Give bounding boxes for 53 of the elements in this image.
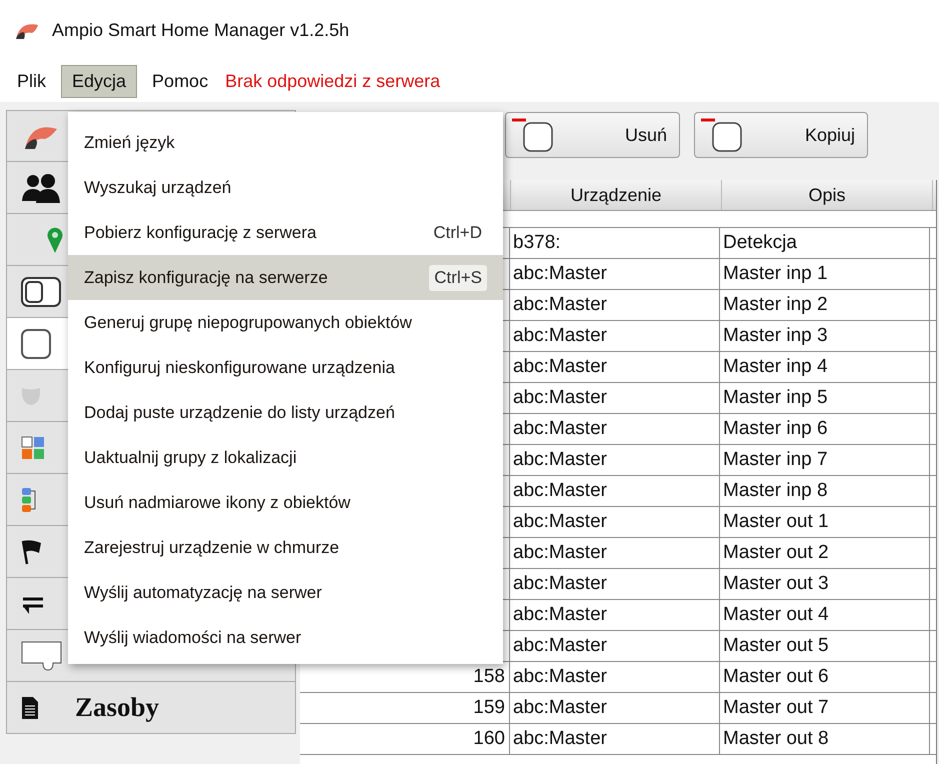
id-cell: 159 [300, 693, 510, 723]
table-cell: Master out 3 [720, 569, 930, 599]
option-label: Dodaj puste urządzenie do listy urządzeń [84, 402, 395, 422]
table-cell: abc:Master [510, 631, 720, 661]
window-title: Ampio Smart Home Manager v1.2.5h [52, 20, 350, 40]
option-label: Uaktualnij grupy z lokalizacji [84, 448, 297, 468]
shortcut-label: Ctrl+S [429, 264, 487, 290]
option-label: Wyślij automatyzację na serwer [84, 582, 322, 602]
option-label: Zarejestruj urządzenie w chmurze [84, 538, 340, 558]
option-label: Pobierz konfigurację z serwera [84, 222, 316, 242]
table-cell: Detekcja [720, 228, 930, 258]
table-cell: Master out 4 [720, 600, 930, 630]
table-cell: abc:Master [510, 259, 720, 289]
table-cell: Master inp 3 [720, 321, 930, 351]
table-cell: abc:Master [510, 600, 720, 630]
table-cell: abc:Master [510, 414, 720, 444]
table-cell: abc:Master [510, 445, 720, 475]
option-label: Zapisz konfigurację na serwerze [84, 268, 328, 288]
table-cell: b378: [510, 228, 720, 258]
id-cell: 160 [300, 724, 510, 754]
table-cell: Master out 2 [720, 538, 930, 568]
table-cell: abc:Master [510, 290, 720, 320]
option-label: Zmień język [84, 132, 175, 152]
table-cell: abc:Master [510, 352, 720, 382]
table-cell: Master out 6 [720, 662, 930, 692]
table-cell: Master inp 1 [720, 259, 930, 289]
table-cell: abc:Master [510, 538, 720, 568]
tab-label: Zasoby [75, 692, 160, 723]
table-cell: abc:Master [510, 693, 720, 723]
table-cell: Master inp 6 [720, 414, 930, 444]
table-cell: abc:Master [510, 383, 720, 413]
table-cell: abc:Master [510, 321, 720, 351]
option-label: Wyszukaj urządzeń [84, 178, 232, 198]
option-label: Generuj grupę niepogrupowanych obiektów [84, 312, 412, 332]
table-cell: Master out 5 [720, 631, 930, 661]
option-label: Usuń nadmiarowe ikony z obiektów [84, 492, 350, 512]
table-cell: Master inp 5 [720, 383, 930, 413]
table-cell: Master inp 4 [720, 352, 930, 382]
table-cell: abc:Master [510, 662, 720, 692]
option-label: Wyślij wiadomości na serwer [84, 628, 302, 648]
shortcut-label: Ctrl+D [432, 222, 483, 244]
table-cell: abc:Master [510, 507, 720, 537]
table-cell: abc:Master [510, 476, 720, 506]
table-cell: abc:Master [510, 724, 720, 754]
table-cell: Master inp 7 [720, 445, 930, 475]
table-cell: Master out 1 [720, 507, 930, 537]
table-cell: Master out 8 [720, 724, 930, 754]
table-cell: Master out 7 [720, 693, 930, 723]
table-cell: abc:Master [510, 569, 720, 599]
table-cell: Master inp 8 [720, 476, 930, 506]
table-cell: Master inp 2 [720, 290, 930, 320]
option-label: Konfiguruj nieskonfigurowane urządzenia [84, 358, 395, 378]
status-message: Brak odpowiedzi z serwera [225, 70, 440, 92]
